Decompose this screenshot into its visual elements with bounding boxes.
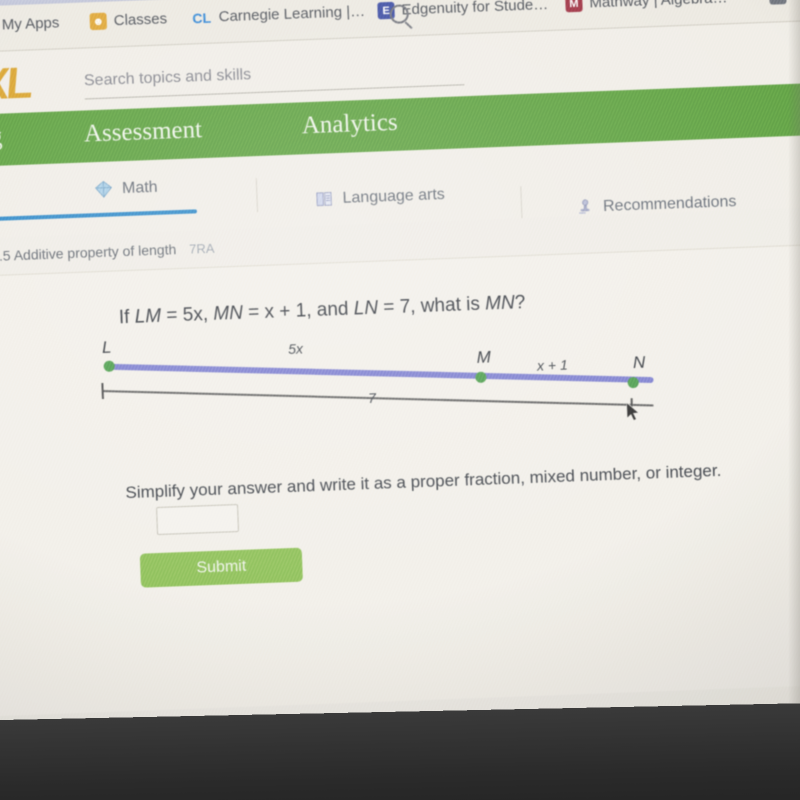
question-panel: If LM = 5x, MN = x + 1, and LN = 7, what… bbox=[0, 242, 800, 719]
bookmark-mathway[interactable]: M Mathway | Algebra… bbox=[565, 0, 728, 13]
label-segment-ln-total: 7 bbox=[367, 389, 377, 407]
point-n-dot bbox=[627, 376, 639, 389]
screen-edge-right bbox=[788, 0, 800, 800]
segment-mn: MN bbox=[212, 302, 244, 325]
math-diamond-icon bbox=[95, 180, 112, 198]
point-m-dot bbox=[475, 371, 487, 384]
label-segment-mn: x + 1 bbox=[536, 356, 569, 374]
search-input[interactable]: Search topics and skills bbox=[83, 52, 465, 100]
carnegie-learning-icon: CL bbox=[192, 9, 212, 26]
search-placeholder: Search topics and skills bbox=[83, 66, 252, 90]
nav-item-learning[interactable]: Learning bbox=[0, 124, 3, 155]
point-l-dot bbox=[103, 360, 115, 372]
breadcrumb-skill-code: 7RA bbox=[188, 240, 215, 257]
mathway-icon: M bbox=[565, 0, 583, 13]
segment-mn-2: MN bbox=[484, 292, 516, 315]
chromebook-screen: additive-property-of-length marks ☁ My A… bbox=[0, 0, 800, 797]
submit-button[interactable]: Submit bbox=[139, 547, 303, 588]
bookmark-label: Carnegie Learning |… bbox=[218, 2, 366, 26]
nav-item-analytics[interactable]: Analytics bbox=[301, 109, 398, 141]
bookmark-overflow[interactable]: ■ bbox=[768, 0, 787, 5]
bookmark-carnegie-learning[interactable]: CL Carnegie Learning |… bbox=[191, 3, 365, 26]
tab-label: Language arts bbox=[342, 185, 446, 207]
prompt-part: = 7, what is bbox=[377, 293, 486, 319]
ixl-logo[interactable]: XL bbox=[0, 58, 32, 110]
submit-label: Submit bbox=[196, 557, 247, 577]
search-icon[interactable] bbox=[389, 4, 410, 24]
open-book-icon bbox=[316, 192, 332, 207]
tab-language-arts[interactable]: Language arts bbox=[314, 185, 445, 209]
tab-label: Math bbox=[121, 178, 158, 197]
label-point-n: N bbox=[632, 352, 646, 373]
prompt-part: If bbox=[118, 306, 136, 329]
nav-item-assessment[interactable]: Assessment bbox=[83, 116, 202, 148]
bookmark-label: Edgenuity for Stude… bbox=[401, 0, 549, 19]
measure-line-ln bbox=[101, 390, 654, 406]
tab-divider-1 bbox=[255, 178, 259, 213]
bookmark-extra-icon: ■ bbox=[768, 0, 787, 5]
prompt-part: ? bbox=[514, 292, 526, 314]
tab-math[interactable]: Math bbox=[94, 178, 158, 199]
recommendations-icon bbox=[579, 199, 590, 214]
segment-ln: LN bbox=[353, 297, 379, 320]
segment-bar-ln bbox=[108, 363, 654, 384]
photo-of-chromebook-screen: additive-property-of-length marks ☁ My A… bbox=[0, 0, 800, 800]
tick-left bbox=[101, 382, 104, 400]
segment-lm: LM bbox=[134, 305, 162, 328]
label-segment-lm: 5x bbox=[287, 340, 304, 358]
prompt-part: = 5x, bbox=[160, 303, 214, 327]
label-point-l: L bbox=[101, 337, 112, 357]
breadcrumb: Level L › B.5 Additive property of lengt… bbox=[0, 240, 215, 267]
bookmark-label: My Apps bbox=[1, 14, 60, 34]
label-point-m: M bbox=[476, 347, 492, 367]
prompt-part: = x + 1, and bbox=[242, 298, 355, 324]
bookmark-my-apps[interactable]: ☁ My Apps bbox=[0, 14, 60, 34]
bookmark-label: Classes bbox=[113, 10, 168, 30]
bookmark-classes[interactable]: ☻ Classes bbox=[89, 10, 168, 31]
bookmark-label: Mathway | Algebra… bbox=[589, 0, 728, 12]
answer-instructions: Simplify your answer and write it as a p… bbox=[125, 460, 722, 503]
tab-divider-2 bbox=[520, 186, 523, 221]
breadcrumb-skill: B.5 Additive property of length bbox=[0, 241, 177, 265]
person-badge-icon: ☻ bbox=[89, 12, 108, 31]
answer-input[interactable] bbox=[156, 504, 240, 536]
segment-diagram: L M N 5x x + 1 7 bbox=[101, 315, 732, 468]
